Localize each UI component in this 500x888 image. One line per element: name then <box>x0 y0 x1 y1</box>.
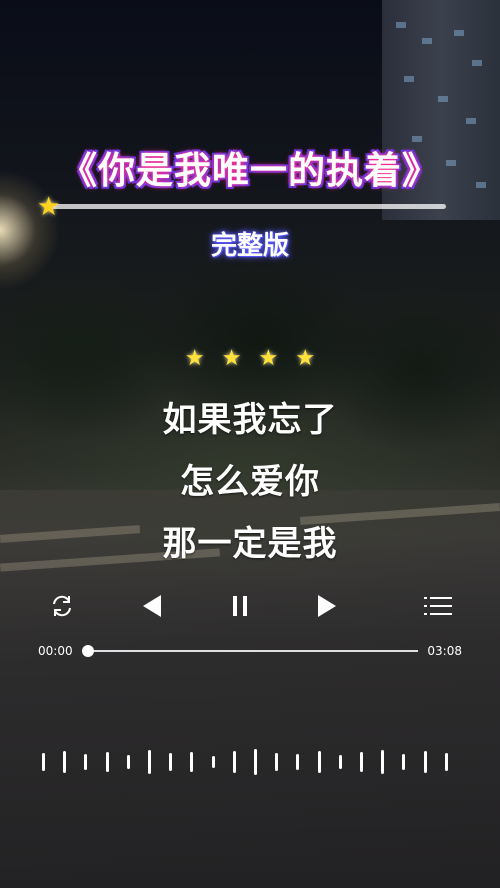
visualizer-bar <box>338 755 342 769</box>
playback-controls <box>40 588 460 624</box>
visualizer-bar <box>63 751 67 773</box>
lyric-line: 那一定是我 <box>162 524 338 564</box>
pause-icon <box>233 596 247 616</box>
lyrics-panel: 如果我忘了 怎么爱你 那一定是我 <box>0 398 500 584</box>
current-time: 00:00 <box>38 644 73 658</box>
star-icon: ★ <box>295 346 316 371</box>
visualizer-bar <box>402 754 406 770</box>
repeat-button[interactable] <box>44 588 80 624</box>
seek-thumb[interactable] <box>82 645 94 657</box>
visualizer-bar <box>169 753 173 771</box>
visualizer-bar <box>42 753 45 771</box>
previous-icon <box>143 595 161 617</box>
next-icon <box>318 595 336 617</box>
lyric-line: 怎么爱你 <box>180 462 320 502</box>
version-label: 完整版 <box>210 231 289 261</box>
visualizer-bar <box>254 749 257 775</box>
star-icon: ★ <box>184 346 205 371</box>
star-icon: ★ <box>258 346 279 371</box>
star-rating: ★ ★ ★ ★ <box>0 346 500 371</box>
visualizer-bar <box>148 750 151 774</box>
previous-button[interactable] <box>135 588 171 624</box>
visualizer-bar <box>126 755 130 769</box>
next-button[interactable] <box>308 588 344 624</box>
visualizer-bar <box>211 756 215 768</box>
visualizer-bar <box>444 753 448 771</box>
visualizer-bar <box>423 751 427 773</box>
seek-bar[interactable]: 00:00 03:08 <box>38 640 462 662</box>
star-icon: ★ <box>37 192 61 222</box>
song-title: 《你是我唯一的执着》 <box>60 149 440 192</box>
visualizer-bar <box>381 750 385 774</box>
star-icon: ★ <box>221 346 242 371</box>
visualizer-bar <box>84 754 88 770</box>
playlist-button[interactable] <box>420 588 456 624</box>
seek-track[interactable] <box>88 650 418 652</box>
repeat-icon <box>53 595 71 617</box>
visualizer-bar <box>190 752 194 772</box>
visualizer-bar <box>296 754 300 770</box>
pause-button[interactable] <box>222 588 258 624</box>
visualizer-bar <box>275 753 279 771</box>
lyric-line: 如果我忘了 <box>162 400 338 440</box>
visualizer-bar <box>360 752 363 772</box>
playlist-icon <box>424 597 452 615</box>
total-time: 03:08 <box>427 644 462 658</box>
visualizer-bar <box>232 751 236 773</box>
visualizer-bar <box>317 751 321 773</box>
audio-visualizer <box>40 740 464 784</box>
visualizer-bar <box>105 752 109 772</box>
title-underline <box>46 204 446 209</box>
